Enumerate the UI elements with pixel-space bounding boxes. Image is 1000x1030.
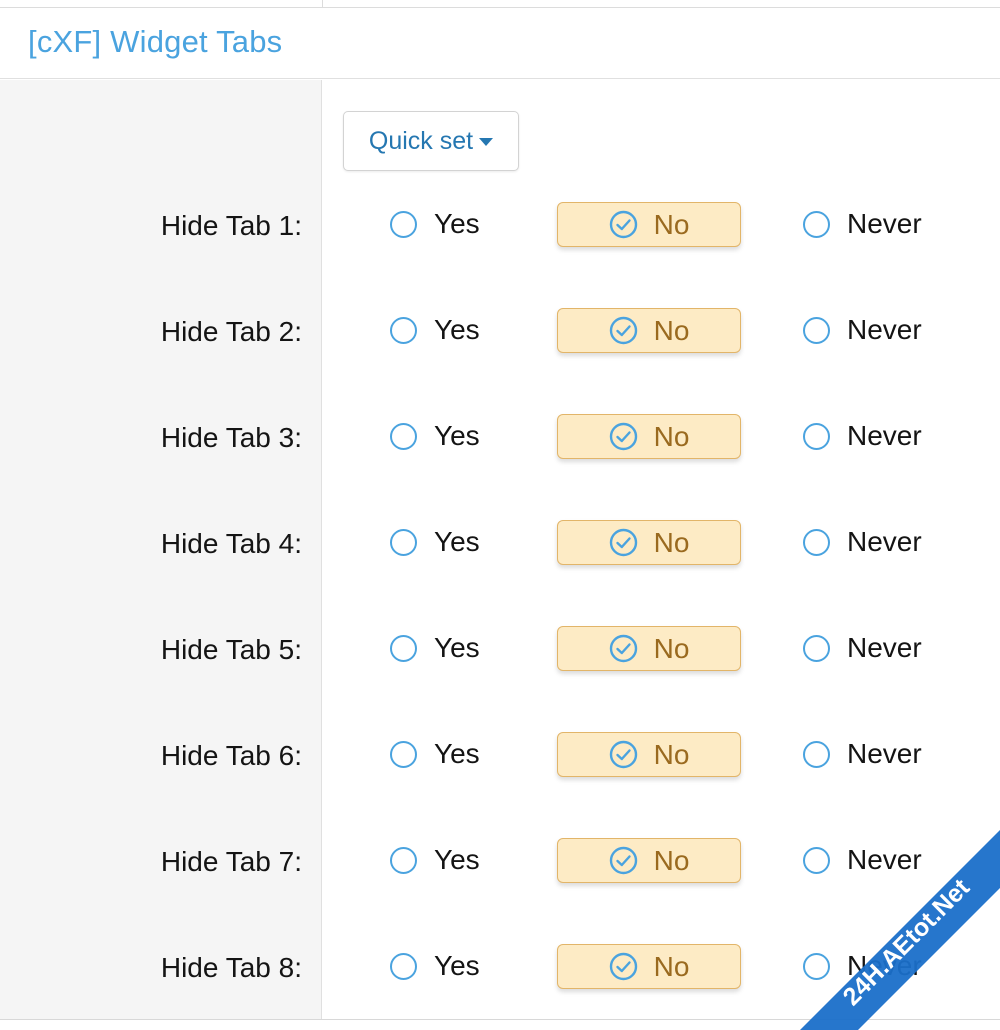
radio-option-label: Yes xyxy=(434,420,480,451)
radio-option-label: No xyxy=(653,844,690,876)
radio-circle-icon xyxy=(390,952,417,980)
check-circle-icon xyxy=(609,422,637,451)
radio-circle-icon xyxy=(803,846,830,874)
radio-option-label: Yes xyxy=(434,526,480,557)
radio-option-label: No xyxy=(653,738,690,770)
radio-option-no[interactable]: No xyxy=(557,308,741,353)
row-label: Hide Tab 4: xyxy=(160,528,302,559)
row-label: Hide Tab 7: xyxy=(160,846,302,877)
top-strip xyxy=(0,0,1000,8)
radio-option-yes[interactable]: Yes xyxy=(390,626,480,670)
radio-circle-icon xyxy=(390,316,417,344)
radio-option-no[interactable]: No xyxy=(557,626,741,671)
row-label: Hide Tab 1: xyxy=(160,210,302,241)
row-label: Hide Tab 8: xyxy=(160,952,302,983)
top-divider xyxy=(322,0,323,7)
radio-option-no[interactable]: No xyxy=(557,944,741,989)
radio-option-label: No xyxy=(653,632,690,664)
radio-option-never[interactable]: Never xyxy=(803,732,922,776)
radio-option-no[interactable]: No xyxy=(557,732,741,777)
check-circle-icon xyxy=(609,846,637,875)
check-circle-icon xyxy=(609,740,637,769)
radio-circle-icon xyxy=(390,846,417,874)
row-label: Hide Tab 2: xyxy=(160,316,302,347)
radio-option-yes[interactable]: Yes xyxy=(390,944,480,988)
quick-set-button[interactable]: Quick set xyxy=(343,111,519,171)
radio-option-no[interactable]: No xyxy=(557,520,741,565)
radio-circle-icon xyxy=(803,210,830,238)
radio-option-label: No xyxy=(653,208,690,240)
radio-circle-icon xyxy=(803,952,830,980)
radio-option-never[interactable]: Never xyxy=(803,838,922,882)
radio-option-label: No xyxy=(653,950,690,982)
radio-circle-icon xyxy=(803,740,830,768)
radio-option-label: No xyxy=(653,420,690,452)
row-label: Hide Tab 3: xyxy=(160,422,302,453)
radio-option-label: No xyxy=(653,526,690,558)
row-label: Hide Tab 5: xyxy=(160,634,302,665)
radio-option-yes[interactable]: Yes xyxy=(390,308,480,352)
radio-option-label: Never xyxy=(847,420,922,451)
radio-option-never[interactable]: Never xyxy=(803,626,922,670)
row-label: Hide Tab 6: xyxy=(160,740,302,771)
radio-option-label: Yes xyxy=(434,314,480,345)
radio-option-yes[interactable]: Yes xyxy=(390,732,480,776)
section-header: [cXF] Widget Tabs xyxy=(0,8,1000,79)
radio-circle-icon xyxy=(803,316,830,344)
radio-circle-icon xyxy=(803,528,830,556)
caret-down-icon xyxy=(479,138,494,146)
radio-option-yes[interactable]: Yes xyxy=(390,414,480,458)
check-circle-icon xyxy=(609,634,637,663)
radio-option-yes[interactable]: Yes xyxy=(390,202,480,246)
radio-option-label: Never xyxy=(847,844,922,875)
radio-option-never[interactable]: Never xyxy=(803,308,922,352)
radio-circle-icon xyxy=(390,634,417,662)
radio-option-label: Never xyxy=(847,314,922,345)
radio-circle-icon xyxy=(390,210,417,238)
radio-option-label: Yes xyxy=(434,738,480,769)
check-circle-icon xyxy=(609,316,637,345)
bottom-border xyxy=(0,1019,1000,1030)
radio-option-yes[interactable]: Yes xyxy=(390,520,480,564)
radio-option-never[interactable]: Never xyxy=(803,944,922,988)
radio-circle-icon xyxy=(803,634,830,662)
radio-circle-icon xyxy=(390,740,417,768)
radio-option-label: Never xyxy=(847,526,922,557)
radio-circle-icon xyxy=(390,422,417,450)
radio-option-label: Never xyxy=(847,632,922,663)
radio-option-label: Never xyxy=(847,950,922,981)
check-circle-icon xyxy=(609,210,637,239)
radio-option-label: No xyxy=(653,314,690,346)
page: [cXF] Widget Tabs Quick set Hide Tab 1: Y… xyxy=(0,0,1000,1030)
radio-option-label: Yes xyxy=(434,950,480,981)
radio-option-yes[interactable]: Yes xyxy=(390,838,480,882)
radio-option-never[interactable]: Never xyxy=(803,414,922,458)
radio-option-no[interactable]: No xyxy=(557,414,741,459)
radio-option-never[interactable]: Never xyxy=(803,520,922,564)
radio-option-no[interactable]: No xyxy=(557,838,741,883)
radio-option-never[interactable]: Never xyxy=(803,202,922,246)
radio-option-no[interactable]: No xyxy=(557,202,741,247)
radio-option-label: Never xyxy=(847,208,922,239)
check-circle-icon xyxy=(609,952,637,981)
radio-option-label: Yes xyxy=(434,844,480,875)
radio-option-label: Never xyxy=(847,738,922,769)
radio-option-label: Yes xyxy=(434,632,480,663)
radio-circle-icon xyxy=(390,528,417,556)
section-title: [cXF] Widget Tabs xyxy=(28,24,283,59)
quick-set-label: Quick set xyxy=(368,126,474,155)
check-circle-icon xyxy=(609,528,637,557)
radio-option-label: Yes xyxy=(434,208,480,239)
radio-circle-icon xyxy=(803,422,830,450)
